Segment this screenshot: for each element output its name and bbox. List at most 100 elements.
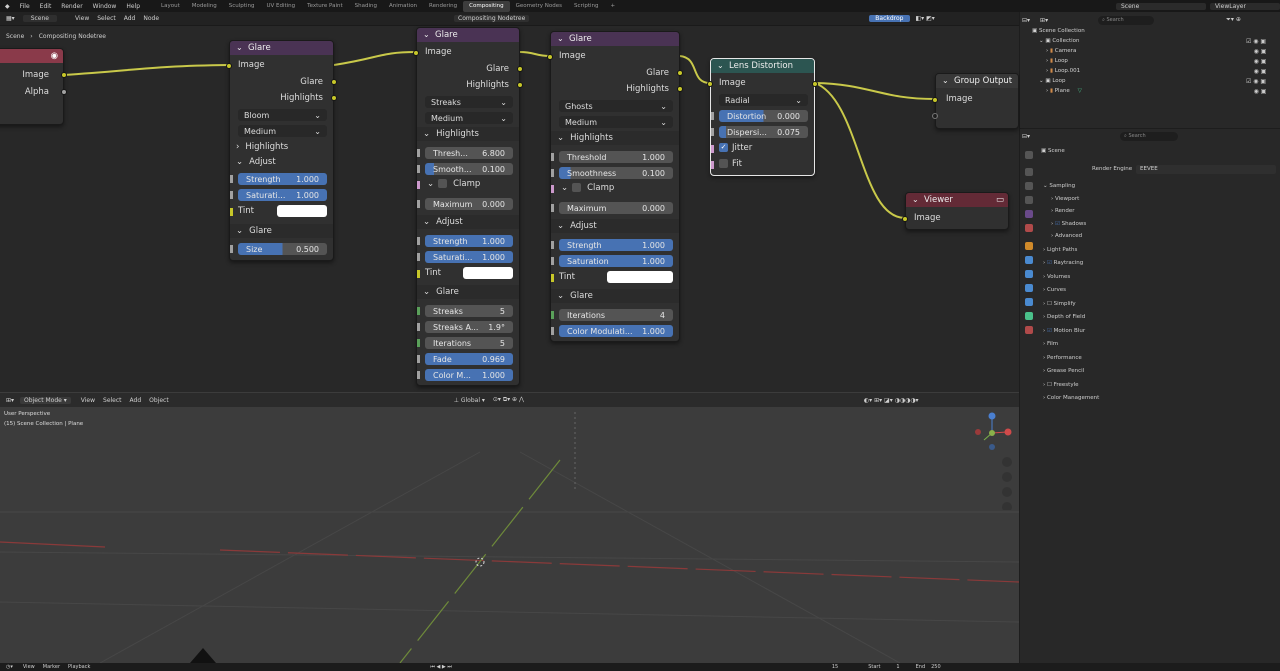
glare-node-streaks[interactable]: ⌄ Glare Image Glare Highlights Streaks ⌄ M… — [413, 27, 523, 386]
outliner-item-loop[interactable]: › ▮ Loop — [1046, 58, 1068, 64]
viewer-header[interactable]: ⌄ Viewer ▭ — [906, 193, 1008, 207]
section-simplify[interactable]: › ☐ Simplify — [1043, 301, 1076, 307]
strength-field[interactable]: Strength 1.000 — [559, 239, 673, 251]
image-input-socket[interactable] — [413, 50, 419, 56]
jitter-row[interactable]: ✓ Jitter — [719, 143, 752, 153]
threshold-field[interactable]: Thresh... 6.800 — [425, 147, 513, 159]
tint-color-swatch[interactable] — [607, 271, 673, 283]
section-light-paths[interactable]: › Light Paths — [1043, 247, 1077, 253]
group-output-header[interactable]: ⌄ Group Output — [936, 74, 1018, 88]
transform-orientation-dropdown[interactable]: ⊥ Global ▾ — [454, 397, 485, 404]
highlights-output-socket[interactable] — [331, 95, 337, 101]
maximum-field[interactable]: Maximum 0.000 — [425, 198, 513, 210]
mode-dropdown[interactable]: Object Mode ▾ — [20, 396, 71, 404]
display-mode-icon[interactable]: ⊞▾ — [1040, 17, 1048, 24]
streaks-field[interactable]: Streaks 5 — [425, 305, 513, 317]
quality-dropdown[interactable]: Medium ⌄ — [425, 112, 513, 124]
glare-output-socket[interactable] — [677, 70, 683, 76]
data-tab-icon[interactable] — [1025, 312, 1033, 320]
checkbox-icon[interactable]: ☑ — [1047, 260, 1052, 266]
highlights-output-socket[interactable] — [677, 86, 683, 92]
checkbox-icon[interactable]: ☑ — [1047, 328, 1052, 334]
iterations-field[interactable]: Iterations 5 — [425, 337, 513, 349]
navigation-gizmo[interactable] — [972, 410, 1016, 510]
menu-object[interactable]: Object — [149, 397, 169, 404]
fade-field[interactable]: Fade 0.969 — [425, 353, 513, 365]
fit-row[interactable]: Fit — [719, 159, 742, 169]
menu-view[interactable]: View — [81, 397, 95, 404]
saturation-field[interactable]: Saturati... 1.000 — [238, 189, 327, 201]
group-output-node[interactable]: ⌄ Group Output Image — [932, 73, 1019, 129]
editor-type-icon[interactable]: ⊞▾ — [6, 397, 14, 404]
snap-icon[interactable]: ⊙▾ ⧉▾ ⊕ ⋀ — [493, 396, 524, 404]
smoothness-field[interactable]: Smoothness 0.100 — [559, 167, 673, 179]
start-frame-field[interactable]: 1 — [896, 664, 899, 670]
collapse-chevron-icon[interactable]: ⌄ — [557, 32, 564, 46]
quality-dropdown[interactable]: Medium ⌄ — [238, 125, 327, 137]
lens-distortion-header[interactable]: ⌄ Lens Distortion — [711, 59, 814, 73]
image-input-socket[interactable] — [707, 81, 713, 87]
adjust-panel-toggle[interactable]: ⌄ Adjust — [230, 155, 333, 169]
filter-icon[interactable]: ⏷▾ ⊕ — [1226, 16, 1241, 24]
outliner-item-loop-collection[interactable]: ⌄ ▣ Loop — [1039, 78, 1066, 84]
streaks-angle-field[interactable]: Streaks A... 1.9° — [425, 321, 513, 333]
glare-node-header[interactable]: ⌄ Glare — [551, 32, 679, 46]
highlights-panel-toggle[interactable]: ⌄ Highlights — [417, 127, 519, 141]
section-film[interactable]: › Film — [1043, 341, 1058, 347]
menu-playback[interactable]: Playback — [68, 664, 90, 670]
image-input-socket[interactable] — [902, 216, 908, 222]
highlights-panel-toggle[interactable]: ⌄ Highlights — [551, 131, 679, 145]
collapse-chevron-icon[interactable]: ⌄ — [236, 41, 243, 55]
source-alpha-socket[interactable] — [61, 89, 67, 95]
empty-input-socket[interactable] — [932, 113, 938, 119]
physics-tab-icon[interactable] — [1025, 284, 1033, 292]
image-output-socket[interactable] — [812, 81, 818, 87]
editor-type-icon[interactable]: ⊟▾ — [1022, 133, 1030, 140]
fit-checkbox[interactable] — [719, 159, 728, 168]
outliner-item-loop001[interactable]: › ▮ Loop.001 — [1046, 68, 1080, 74]
section-motion-blur[interactable]: › ☑ Motion Blur — [1043, 328, 1085, 334]
object-tab-icon[interactable] — [1025, 242, 1033, 250]
menu-select[interactable]: Select — [103, 397, 122, 404]
maximum-field[interactable]: Maximum 0.000 — [559, 202, 673, 214]
outliner-item-scene-collection[interactable]: ▣ Scene Collection — [1032, 28, 1085, 34]
strength-field[interactable]: Strength 1.000 — [425, 235, 513, 247]
collapse-chevron-icon[interactable]: ⌄ — [717, 59, 724, 73]
properties-search-input[interactable]: ⌕ Search — [1120, 132, 1179, 141]
playback-controls[interactable]: ⏮ ◀ ▶ ⏭ — [430, 664, 451, 670]
editor-type-icon[interactable]: ⊟▾ — [1022, 17, 1030, 24]
smoothness-field[interactable]: Smooth... 0.100 — [425, 163, 513, 175]
checkbox-icon[interactable]: ☑ — [1055, 221, 1060, 227]
section-sampling[interactable]: ⌄ Sampling — [1043, 183, 1075, 189]
viewlayer-selector[interactable]: ViewLayer — [1210, 2, 1280, 10]
clamp-checkbox[interactable] — [438, 179, 448, 188]
modifier-tab-icon[interactable] — [1025, 256, 1033, 264]
glare-type-dropdown[interactable]: Streaks ⌄ — [425, 96, 513, 108]
lens-distortion-node[interactable]: ⌄ Lens Distortion Image Radial ⌄ Distortio… — [707, 58, 818, 176]
end-frame-field[interactable]: 250 — [931, 664, 941, 670]
collapse-chevron-icon[interactable]: ⌄ — [942, 74, 949, 88]
section-freestyle[interactable]: › ☐ Freestyle — [1043, 382, 1079, 388]
tool-tab-icon[interactable] — [1025, 151, 1033, 159]
collapse-chevron-icon[interactable]: ⌄ — [423, 28, 430, 42]
section-viewport[interactable]: › Viewport — [1051, 196, 1079, 202]
strength-field[interactable]: Strength 1.000 — [238, 173, 327, 185]
glare-output-socket[interactable] — [331, 79, 337, 85]
glare-node-header[interactable]: ⌄ Glare — [230, 41, 333, 55]
section-volumes[interactable]: › Volumes — [1043, 274, 1070, 280]
section-raytracing[interactable]: › ☑ Raytracing — [1043, 260, 1083, 266]
view-layer-tab-icon[interactable] — [1025, 196, 1033, 204]
threshold-field[interactable]: Threshold 1.000 — [559, 151, 673, 163]
image-input-socket[interactable] — [547, 54, 553, 60]
world-tab-icon[interactable] — [1025, 224, 1033, 232]
distortion-field[interactable]: Distortion 0.000 — [719, 110, 808, 122]
visibility-toggles[interactable]: ☑ ◉ ▣ ◉ ▣ ◉ ▣ ◉ ▣ ☑ ◉ ▣ ◉ ▣ — [1246, 37, 1266, 97]
constraints-tab-icon[interactable] — [1025, 298, 1033, 306]
glare-type-dropdown[interactable]: Bloom ⌄ — [238, 109, 327, 121]
saturation-field[interactable]: Saturati... 1.000 — [425, 251, 513, 263]
outliner-item-plane[interactable]: › ▮ Plane ▽ — [1046, 88, 1082, 94]
render-tab-icon[interactable] — [1025, 168, 1033, 176]
image-input-socket[interactable] — [226, 63, 232, 69]
saturation-field[interactable]: Saturation 1.000 — [559, 255, 673, 267]
section-curves[interactable]: › Curves — [1043, 287, 1066, 293]
